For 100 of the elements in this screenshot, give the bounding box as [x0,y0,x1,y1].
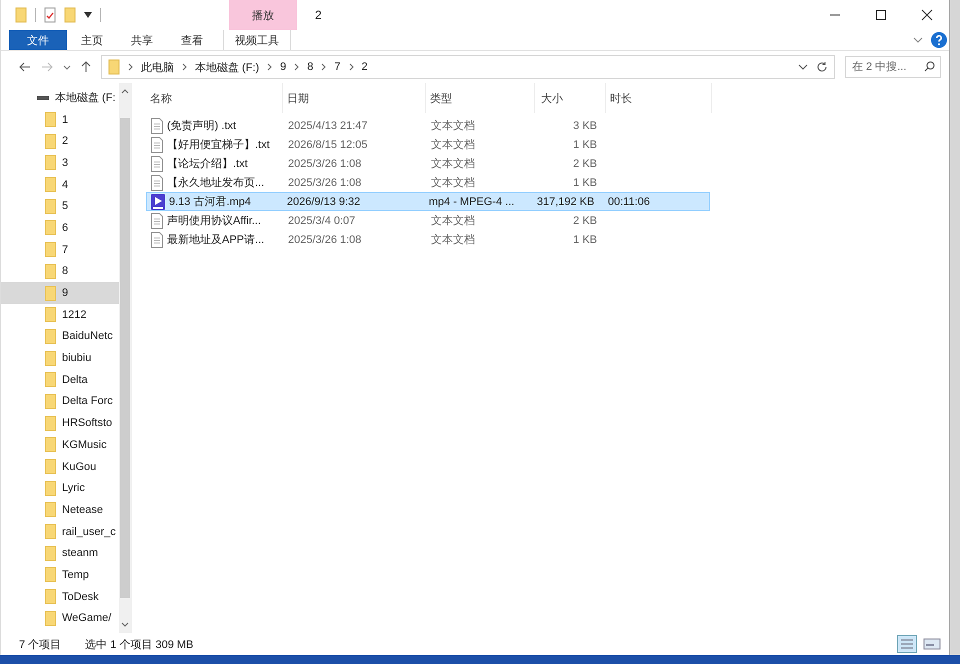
file-row[interactable]: (免责声明) .txt 2025/4/13 21:47 文本文档 3 KB [146,116,710,135]
column-header[interactable]: 日期 [283,83,426,113]
scroll-thumb[interactable] [120,118,130,598]
properties-icon[interactable] [44,7,56,23]
drive-icon [37,96,49,100]
sidebar-item[interactable]: 5 [1,195,119,218]
sidebar-item[interactable]: Netease [1,499,119,521]
file-row[interactable]: 【论坛介绍】.txt 2025/3/26 1:08 文本文档 2 KB [146,154,710,173]
scroll-down-icon[interactable] [121,622,129,627]
file-row[interactable]: 9.13 古河君.mp4 2026/9/13 9:32 mp4 - MPEG-4 ... 317,192 KB 00:11:06 [146,192,710,211]
chevron-down-icon[interactable] [798,64,808,70]
chevron-right-icon[interactable] [182,63,187,71]
type-cell-text: 文本文档 [430,156,476,171]
type-cell-text: 文本文档 [430,176,476,190]
ribbon-tab[interactable]: 视频工具 [223,30,291,50]
folder-icon [45,134,56,149]
size-cell-text: 1 KB [572,138,598,150]
chevron-right-icon[interactable] [348,63,354,71]
breadcrumb-item[interactable]: 7 [334,61,341,73]
sidebar-item[interactable]: rail_user_c [1,520,119,542]
column-header[interactable]: 名称 [146,83,283,113]
date-cell-text: 2026/8/15 12:05 [287,138,369,150]
up-arrow-icon[interactable] [81,61,91,73]
folder-icon [45,112,56,128]
file-row[interactable]: 声明使用协议Affir... 2025/3/4 0:07 文本文档 2 KB [146,211,710,230]
sidebar-item[interactable]: 3 [1,152,119,174]
file-name: 最新地址及APP请... [167,232,264,247]
sidebar-item[interactable]: 6 [1,217,119,239]
chevron-right-icon[interactable] [267,63,272,71]
size-cell-text: 3 KB [572,120,598,132]
file-name: (免责声明) .txt [167,118,236,133]
breadcrumb-item[interactable]: 本地磁盘 (F:) [195,60,260,74]
ribbon-tab[interactable]: 共享 [117,30,167,50]
sidebar-item[interactable]: Delta Forc [1,390,119,412]
sidebar-item[interactable]: 9 [1,282,119,304]
sidebar-item[interactable]: 2 [1,130,119,152]
recent-caret-icon[interactable] [63,64,71,70]
folder-icon [45,459,56,474]
ribbon-tab[interactable]: 文件 [9,30,67,50]
sidebar-item[interactable]: 1 [1,108,119,130]
scroll-up-icon[interactable] [121,89,129,94]
sidebar-item[interactable]: Temp [1,564,119,586]
sidebar-item[interactable]: BaiduNetc [1,326,119,348]
folder-icon [45,437,56,452]
sidebar-item[interactable]: 8 [1,260,119,282]
size-cell-text: 317,192 KB [536,196,596,208]
sidebar-item[interactable]: biubiu [1,347,119,369]
breadcrumb-item[interactable]: 9 [280,61,286,73]
column-header[interactable]: 大小 [535,83,606,113]
folder-icon [45,155,56,170]
large-icons-view-icon[interactable] [923,637,941,651]
folder-icon [45,589,56,604]
sidebar-item[interactable]: 4 [1,174,119,196]
help-icon[interactable] [931,32,947,48]
file-row[interactable]: 【永久地址发布页... 2025/3/26 1:08 文本文档 1 KB [146,173,710,192]
chevron-down-icon[interactable] [913,37,923,43]
breadcrumb-item[interactable]: 8 [307,61,314,73]
search-icon [924,61,935,72]
refresh-icon[interactable] [816,61,828,73]
back-arrow-icon[interactable] [19,62,31,72]
sidebar-item[interactable]: KuGou [1,456,119,478]
details-view-icon[interactable] [897,635,917,653]
sidebar-item[interactable]: steanm [1,542,119,564]
folder-icon [45,242,56,258]
folder-icon [45,567,56,582]
chevron-right-icon[interactable] [294,63,300,71]
sidebar-item[interactable]: ToDesk [1,586,119,608]
ribbon-tab[interactable]: 查看 [167,30,217,50]
file-name: 声明使用协议Affir... [167,214,261,228]
sidebar-item[interactable]: KGMusic [1,434,119,456]
breadcrumb-item[interactable]: 此电脑 [141,60,174,74]
search-field[interactable]: 在 2 中搜... [845,56,941,78]
sidebar-item[interactable]: 1212 [1,304,119,326]
scrollbar[interactable] [119,83,131,633]
maximize-icon[interactable] [875,9,887,21]
sidebar-item[interactable]: Lyric [1,477,119,500]
selection-info: 选中 1 个项目 309 MB [85,638,194,652]
text-file-icon [151,136,163,152]
folder-icon [45,524,56,540]
sidebar-item[interactable]: WeGame/ [1,608,119,630]
file-row[interactable]: 最新地址及APP请... 2025/3/26 1:08 文本文档 1 KB [146,230,710,249]
chevron-right-icon[interactable] [128,63,133,71]
dropdown-caret-icon[interactable] [84,12,92,18]
close-icon[interactable] [921,9,933,21]
size-cell-text: 2 KB [572,158,598,170]
address-bar[interactable]: 此电脑 本地磁盘 (F:) 9 8 7 2 [101,55,835,79]
ribbon-tab[interactable]: 主页 [67,30,117,50]
sidebar-item[interactable]: HRSoftsto [1,412,119,434]
breadcrumb-item[interactable]: 2 [362,61,368,73]
file-row[interactable]: 【好用便宜梯子】.txt 2026/8/15 12:05 文本文档 1 KB [146,135,710,154]
file-name: 9.13 古河君.mp4 [169,195,251,209]
text-file-icon [151,232,163,248]
folder-icon [45,286,56,301]
column-header[interactable]: 类型 [426,83,535,113]
column-header[interactable]: 时长 [606,83,712,113]
sidebar-item[interactable]: 本地磁盘 (F: [55,90,116,106]
chevron-right-icon[interactable] [321,63,326,71]
sidebar-item[interactable]: Delta [1,368,119,391]
item-count: 7 个项目 [19,638,62,652]
sidebar-item[interactable]: 7 [1,238,119,260]
